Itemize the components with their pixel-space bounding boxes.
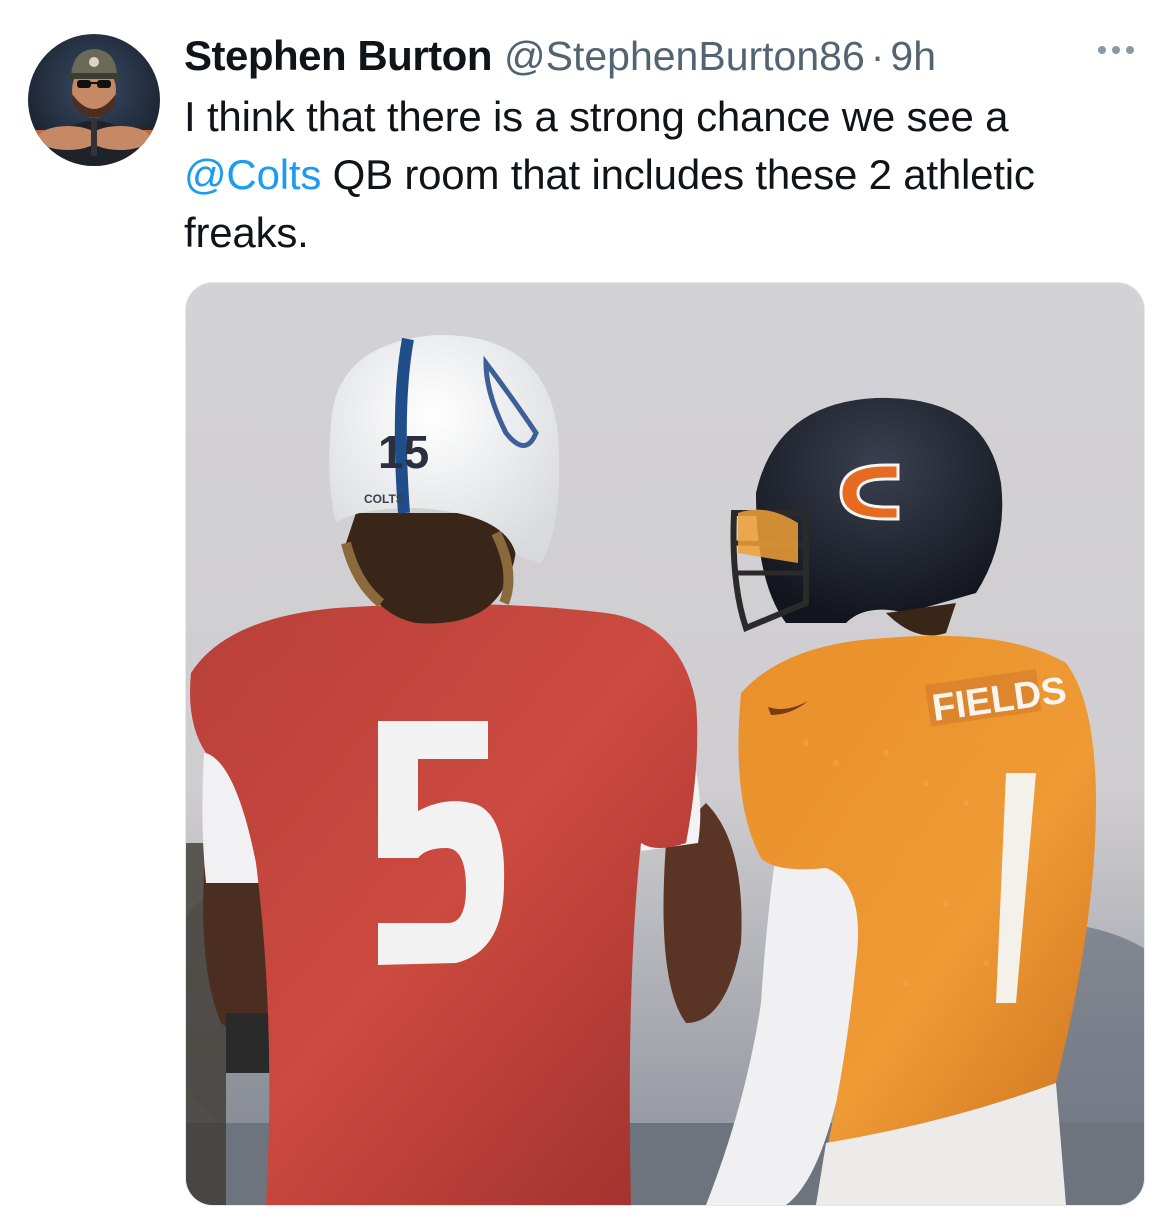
helmet-text: COLTS [364, 492, 404, 506]
tweet: Stephen Burton @StephenBurton86 · 9h I t… [0, 0, 1170, 1214]
avatar[interactable] [28, 34, 160, 166]
tweet-text: I think that there is a strong chance we… [184, 88, 1144, 262]
timestamp[interactable]: 9h [890, 33, 936, 80]
more-horizontal-icon [1098, 46, 1134, 54]
football-players-photo: 15 COLTS FIELDS [186, 283, 1144, 1205]
mention-link[interactable]: @Colts [184, 151, 321, 198]
tweet-media-photo[interactable]: 15 COLTS FIELDS [185, 282, 1145, 1206]
more-options-button[interactable] [1088, 36, 1144, 64]
helmet-number: 15 [378, 426, 429, 478]
tweet-header: Stephen Burton @StephenBurton86 · 9h [184, 28, 936, 84]
avatar-cartoon-icon [28, 49, 160, 166]
tweet-text-part: I think that there is a strong chance we… [184, 93, 1009, 140]
author-handle[interactable]: @StephenBurton86 [504, 33, 865, 80]
author-name[interactable]: Stephen Burton [184, 32, 492, 80]
separator-dot: · [870, 32, 885, 79]
